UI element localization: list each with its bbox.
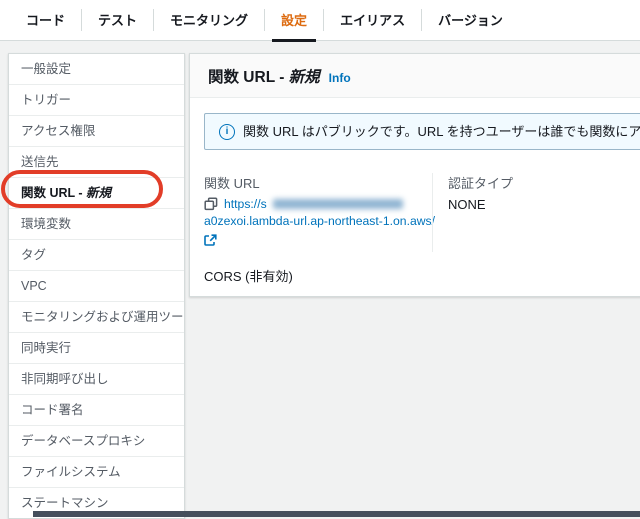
tab-aliases[interactable]: エイリアス [324, 0, 421, 41]
sidebar-item-concurrency[interactable]: 同時実行 [9, 333, 184, 364]
sidebar-item-env-vars[interactable]: 環境変数 [9, 209, 184, 240]
sidebar-item-monitoring-tools[interactable]: モニタリングおよび運用ツール [9, 302, 184, 333]
auth-type-value: NONE [448, 197, 486, 212]
sidebar-item-function-url[interactable]: 関数 URL - 新規 [9, 178, 184, 209]
tab-versions[interactable]: バージョン [422, 0, 519, 41]
sidebar-item-triggers[interactable]: トリガー [9, 85, 184, 116]
auth-type-column: 認証タイプ NONE [432, 173, 513, 252]
public-url-alert: 関数 URL はパブリックです。URL を持つユーザーは誰でも関数にアクセスでき… [204, 113, 640, 150]
function-url-panel: 関数 URL - 新規 Info 関数 URL はパブリックです。URL を持つ… [189, 53, 640, 297]
tab-settings[interactable]: 設定 [265, 0, 323, 42]
cors-status: CORS (非有効) [204, 269, 293, 284]
auth-type-label: 認証タイプ [448, 176, 514, 191]
sidebar-item-async-invocation[interactable]: 非同期呼び出し [9, 364, 184, 395]
redacted-url-segment [272, 199, 403, 209]
panel-title-text: 関数 URL - [208, 69, 289, 86]
function-url-link-line2[interactable]: a0zexoi.lambda-url.ap-northeast-1.on.aws… [204, 214, 435, 228]
function-url-label: 関数 URL [204, 176, 260, 191]
sidebar-item-label-new: 新規 [86, 186, 112, 200]
panel-header: 関数 URL - 新規 Info [190, 54, 640, 98]
detail-columns: 関数 URL https://s a0zexoi.lambda-url.ap-n… [204, 173, 640, 252]
panel-body: 関数 URL はパブリックです。URL を持つユーザーは誰でも関数にアクセスでき… [190, 98, 640, 285]
copy-icon[interactable] [204, 197, 218, 211]
bottom-window-edge [33, 511, 640, 517]
sidebar-item-vpc[interactable]: VPC [9, 271, 184, 302]
sidebar-item-permissions[interactable]: アクセス権限 [9, 116, 184, 147]
info-icon [219, 124, 235, 140]
sidebar-item-general-config[interactable]: 一般設定 [9, 54, 184, 85]
tab-monitoring[interactable]: モニタリング [154, 0, 264, 41]
info-link[interactable]: Info [329, 71, 351, 85]
panel-title: 関数 URL - 新規 [208, 65, 320, 87]
sidebar-item-label: 関数 URL - [21, 186, 87, 200]
function-url-line1: https://s [204, 197, 432, 211]
alert-text: 関数 URL はパブリックです。URL を持つユーザーは誰でも関数にアクセスでき… [243, 124, 640, 139]
tab-test[interactable]: テスト [82, 0, 153, 41]
sidebar-item-file-systems[interactable]: ファイルシステム [9, 457, 184, 488]
sidebar-item-database-proxies[interactable]: データベースプロキシ [9, 426, 184, 457]
tab-code[interactable]: コード [10, 0, 81, 41]
function-url-column: 関数 URL https://s a0zexoi.lambda-url.ap-n… [204, 173, 435, 252]
settings-sidebar: 一般設定 トリガー アクセス権限 送信先 関数 URL - 新規 環境変数 タグ… [8, 53, 185, 519]
panel-title-new: 新規 [288, 69, 320, 86]
function-url-link[interactable]: https://s [224, 197, 267, 211]
function-tab-bar: コード テスト モニタリング 設定 エイリアス バージョン [0, 0, 640, 42]
sidebar-item-destinations[interactable]: 送信先 [9, 147, 184, 178]
sidebar-item-tags[interactable]: タグ [9, 240, 184, 271]
external-link-icon[interactable] [204, 234, 217, 247]
sidebar-item-code-signing[interactable]: コード署名 [9, 395, 184, 426]
